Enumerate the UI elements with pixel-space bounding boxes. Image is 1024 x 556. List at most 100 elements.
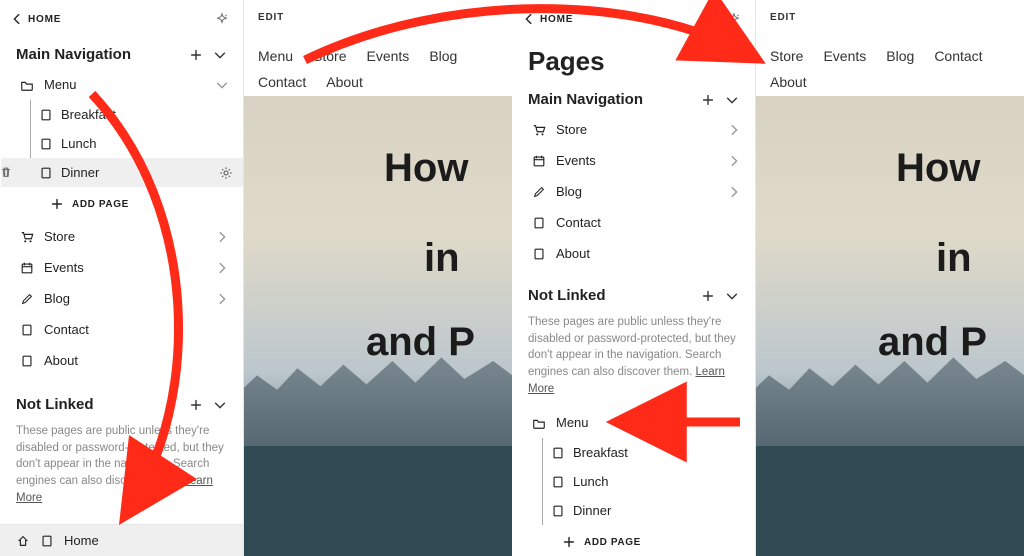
folder-icon xyxy=(20,78,34,92)
nav-subitem-dinner[interactable]: Dinner xyxy=(31,158,219,187)
home-icon xyxy=(16,534,30,548)
nav-link[interactable]: Events xyxy=(823,48,866,64)
back-home-link[interactable]: HOME xyxy=(10,12,61,26)
page-icon xyxy=(39,137,53,151)
edit-button[interactable]: EDIT xyxy=(770,12,796,23)
nav-item-blog[interactable]: Blog xyxy=(512,176,755,207)
nav-item-events[interactable]: Events xyxy=(512,145,755,176)
hero-text: How xyxy=(896,146,980,191)
site-preview-left: EDIT Menu Store Events Blog Contact Abou… xyxy=(244,0,512,556)
nav-item-blog[interactable]: Blog xyxy=(0,283,243,314)
nav-item-store[interactable]: Store xyxy=(512,114,755,145)
calendar-icon xyxy=(20,261,34,275)
nav-subitem[interactable]: Breakfast xyxy=(543,438,755,467)
sparkle-icon[interactable] xyxy=(727,12,741,26)
chevron-down-icon[interactable] xyxy=(215,78,229,92)
page-icon xyxy=(40,534,54,548)
nav-subitem[interactable]: Dinner xyxy=(543,496,755,525)
nav-link[interactable]: About xyxy=(770,74,807,90)
nav-link[interactable]: Store xyxy=(770,48,803,64)
chevron-right-icon xyxy=(727,154,741,168)
hero-image: How in and P xyxy=(756,96,1024,556)
page-icon xyxy=(551,504,565,518)
nav-link[interactable]: Events xyxy=(367,48,410,64)
nav-item-events[interactable]: Events xyxy=(0,252,243,283)
plus-icon xyxy=(562,535,576,549)
cart-icon xyxy=(20,230,34,244)
nav-item-contact[interactable]: Contact xyxy=(512,207,755,238)
section-title-not-linked: Not Linked xyxy=(528,287,606,304)
add-icon[interactable] xyxy=(701,93,715,107)
collapse-icon[interactable] xyxy=(725,93,739,107)
nav-item-contact[interactable]: Contact xyxy=(0,314,243,345)
page-title: Pages xyxy=(512,36,755,91)
hero-text: How xyxy=(384,146,468,191)
hero-image: How in and P xyxy=(244,96,512,556)
chevron-right-icon xyxy=(727,123,741,137)
nav-item-menu[interactable]: Menu xyxy=(512,407,755,438)
site-preview-right: EDIT Store Events Blog Contact About How… xyxy=(756,0,1024,556)
trash-icon[interactable] xyxy=(0,165,13,179)
add-page-button[interactable]: ADD PAGE xyxy=(512,525,755,556)
nav-subitem[interactable]: Lunch xyxy=(31,129,102,158)
gear-icon[interactable] xyxy=(219,166,233,180)
page-icon xyxy=(20,354,34,368)
hero-text: and P xyxy=(878,320,987,365)
pencil-icon xyxy=(532,185,546,199)
section-title-main-nav: Main Navigation xyxy=(16,46,131,63)
edit-button[interactable]: EDIT xyxy=(258,12,284,23)
page-icon xyxy=(39,108,53,122)
not-linked-help: These pages are public unless they're di… xyxy=(0,419,243,516)
add-icon[interactable] xyxy=(189,398,203,412)
cart-icon xyxy=(532,123,546,137)
section-title-not-linked: Not Linked xyxy=(16,396,94,413)
section-title-main-nav: Main Navigation xyxy=(528,91,643,108)
hero-text: and P xyxy=(366,320,475,365)
nav-link[interactable]: Blog xyxy=(886,48,914,64)
page-icon xyxy=(551,446,565,460)
chevron-left-icon xyxy=(522,12,536,26)
page-icon xyxy=(551,475,565,489)
not-linked-help: These pages are public unless they're di… xyxy=(512,310,755,407)
nav-subitem[interactable]: Breakfast xyxy=(31,100,122,129)
page-icon xyxy=(532,247,546,261)
nav-subitem[interactable]: Lunch xyxy=(543,467,755,496)
site-top-nav: Store Events Blog Contact About xyxy=(756,34,1024,104)
chevron-right-icon xyxy=(727,185,741,199)
site-top-nav: Menu Store Events Blog Contact About xyxy=(244,34,512,104)
collapse-icon[interactable] xyxy=(213,398,227,412)
sparkle-icon[interactable] xyxy=(215,12,229,26)
chevron-right-icon xyxy=(215,230,229,244)
add-page-button[interactable]: ADD PAGE xyxy=(0,187,243,221)
nav-item-store[interactable]: Store xyxy=(0,221,243,252)
nav-item-about[interactable]: About xyxy=(512,238,755,269)
nav-item-about[interactable]: About xyxy=(0,345,243,376)
nav-link[interactable]: Menu xyxy=(258,48,293,64)
pencil-icon xyxy=(20,292,34,306)
nav-item-home[interactable]: Home xyxy=(0,524,243,556)
chevron-right-icon xyxy=(215,292,229,306)
chevron-right-icon xyxy=(215,261,229,275)
hero-text: in xyxy=(424,236,460,281)
page-icon xyxy=(20,323,34,337)
chevron-left-icon xyxy=(10,12,24,26)
nav-link[interactable]: About xyxy=(326,74,363,90)
hero-text: in xyxy=(936,236,972,281)
collapse-icon[interactable] xyxy=(725,289,739,303)
nav-item-menu[interactable]: Menu xyxy=(0,69,243,100)
collapse-icon[interactable] xyxy=(213,48,227,62)
folder-icon xyxy=(532,416,546,430)
add-icon[interactable] xyxy=(189,48,203,62)
page-icon xyxy=(39,166,53,180)
calendar-icon xyxy=(532,154,546,168)
nav-link[interactable]: Contact xyxy=(934,48,982,64)
plus-icon xyxy=(50,197,64,211)
nav-link[interactable]: Contact xyxy=(258,74,306,90)
back-home-link[interactable]: HOME xyxy=(522,12,573,26)
pages-panel-left: HOME Main Navigation Menu Breakfast Lunc… xyxy=(0,0,244,556)
nav-link[interactable]: Blog xyxy=(429,48,457,64)
pages-panel-right: HOME Pages Main Navigation Store Events … xyxy=(512,0,756,556)
add-icon[interactable] xyxy=(701,289,715,303)
page-icon xyxy=(532,216,546,230)
nav-link[interactable]: Store xyxy=(313,48,346,64)
